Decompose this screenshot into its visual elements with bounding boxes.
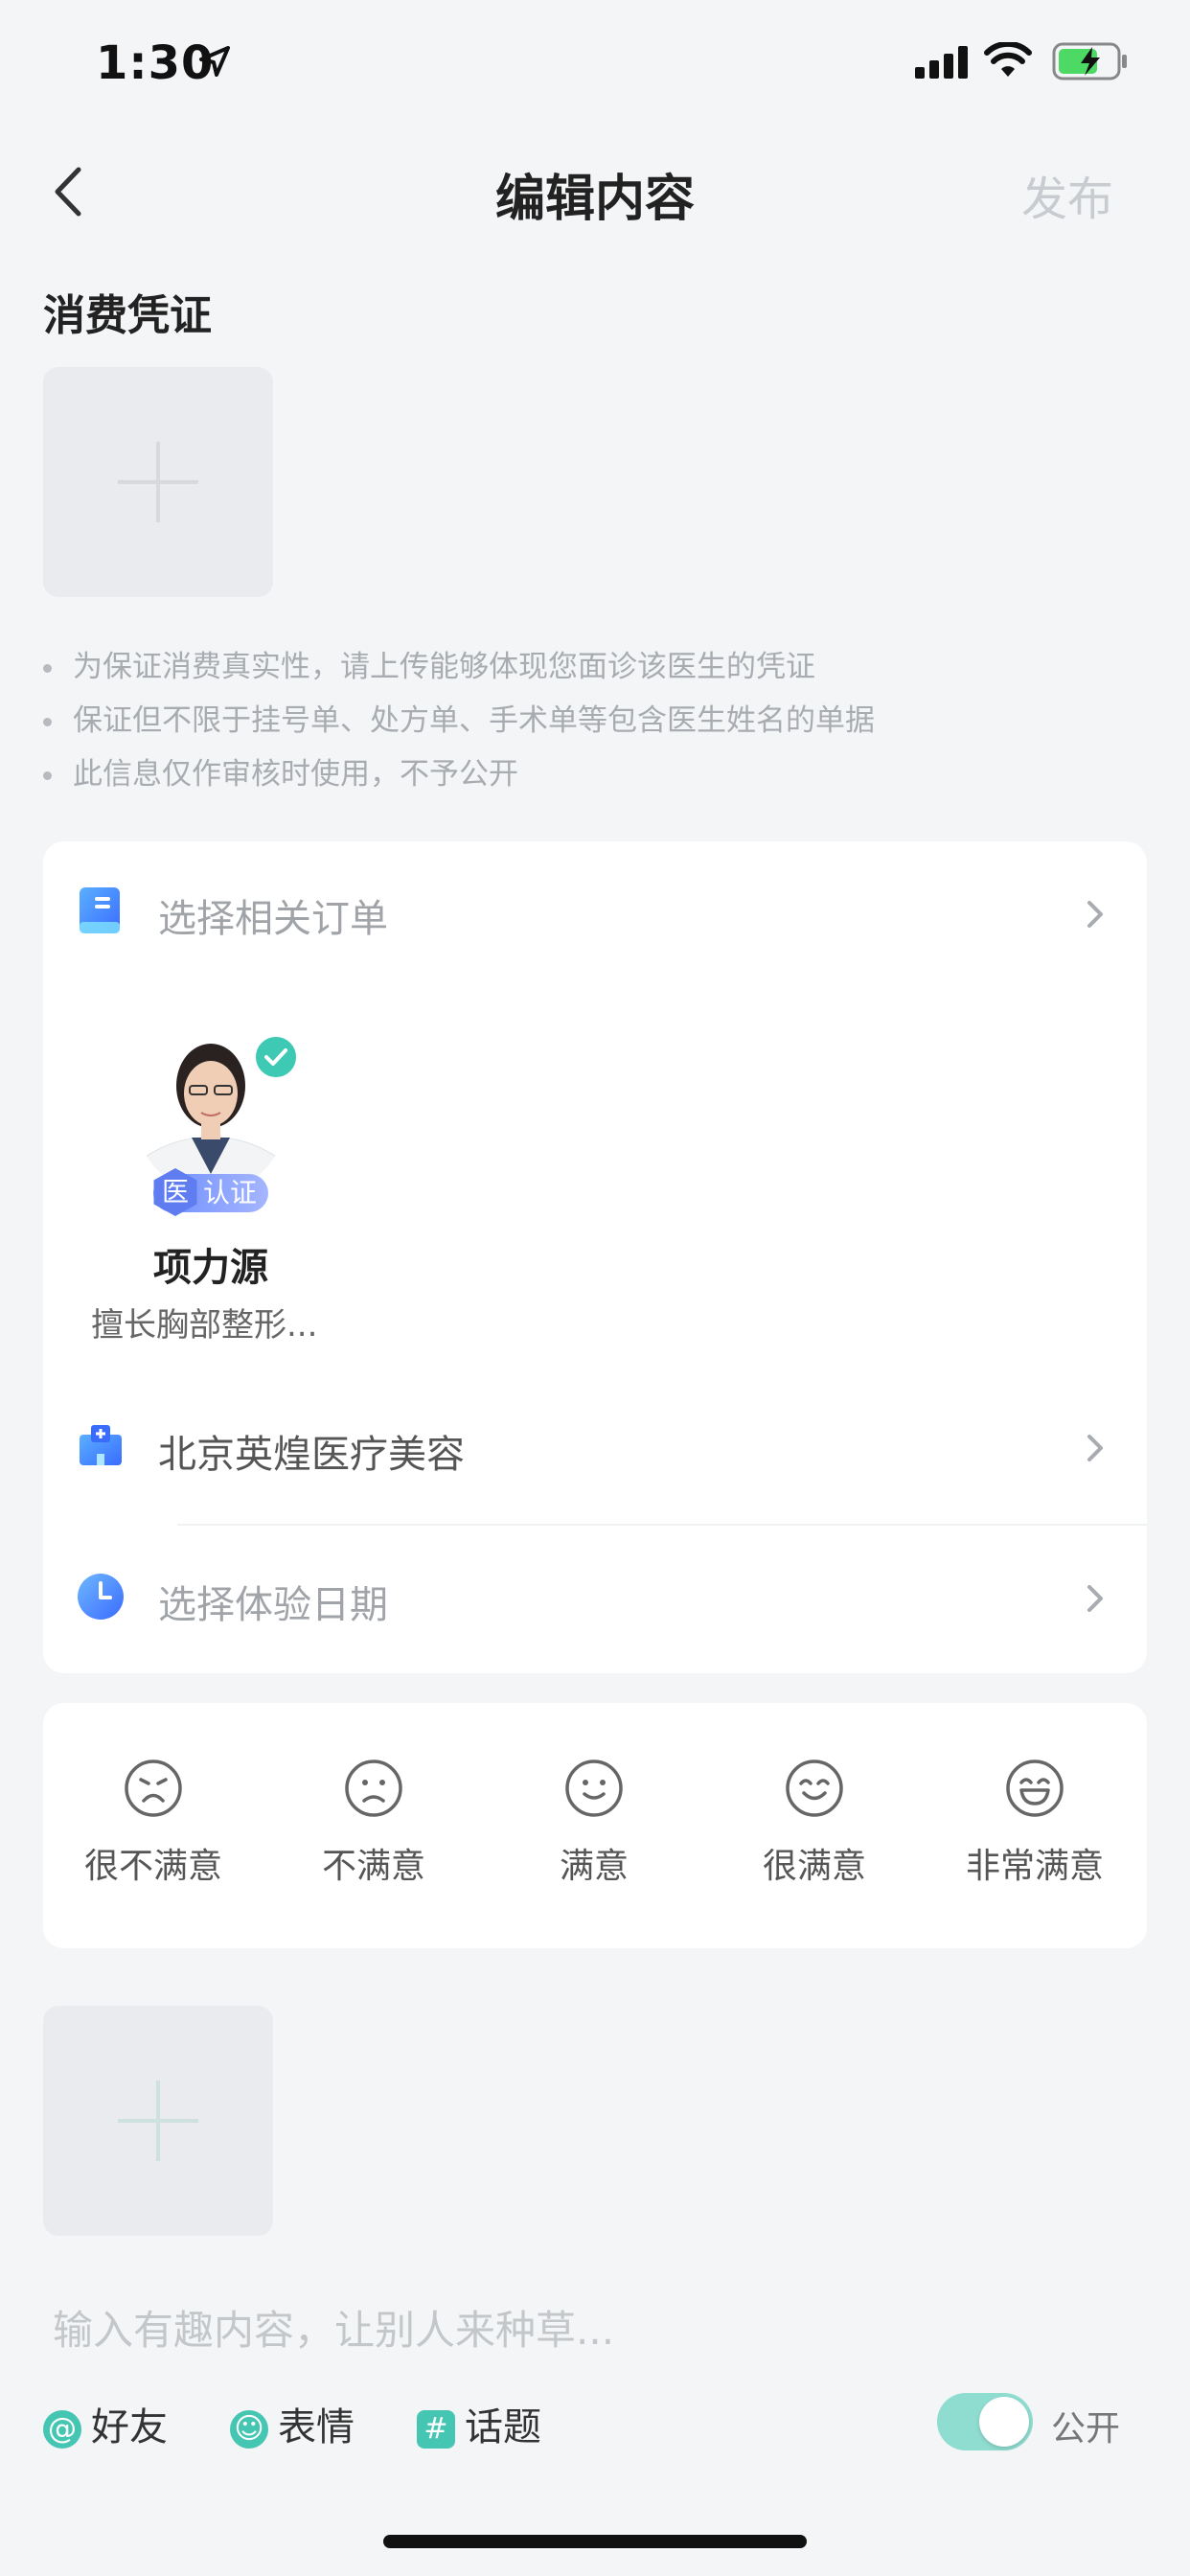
clock-icon — [78, 1574, 124, 1620]
select-date-label: 选择体验日期 — [158, 1583, 388, 1627]
battery-charging-icon — [1052, 42, 1127, 80]
content-photo-upload-button[interactable] — [43, 2006, 273, 2236]
rating-very-unsatisfied[interactable]: 很不满意 — [67, 1758, 240, 1888]
at-icon: @ — [43, 2410, 81, 2449]
signal-icon — [915, 46, 968, 79]
tip-item: 此信息仅作审核时使用，不予公开 — [43, 748, 875, 801]
location-arrow-icon — [199, 46, 230, 77]
doctor-certified-badge: 医 认证 — [153, 1168, 268, 1216]
chevron-right-icon — [1087, 901, 1103, 928]
sad-face-icon — [345, 1760, 402, 1817]
home-indicator — [383, 2535, 807, 2548]
topic-tag-icon: # — [417, 2410, 455, 2449]
happy-face-icon — [786, 1760, 843, 1817]
emoji-icon: ☺ — [230, 2410, 268, 2449]
page-title: 编辑内容 — [494, 171, 695, 228]
tip-item: 为保证消费真实性，请上传能够体现您面诊该医生的凭证 — [43, 640, 875, 694]
status-time: 1:30 — [96, 36, 215, 90]
plus-icon — [118, 2081, 198, 2161]
publish-button[interactable]: 发布 — [1021, 161, 1113, 228]
verified-check-icon — [252, 1033, 300, 1081]
order-book-icon — [80, 887, 120, 933]
public-label: 公开 — [1051, 2409, 1121, 2449]
voucher-tips: 为保证消费真实性，请上传能够体现您面诊该医生的凭证 保证但不限于挂号单、处方单、… — [43, 640, 875, 801]
voucher-upload-button[interactable] — [43, 367, 273, 597]
hospital-name: 北京英煌医疗美容 — [158, 1433, 465, 1477]
angry-face-icon — [125, 1760, 182, 1817]
rating-label: 不满意 — [321, 1847, 425, 1886]
rating-label: 满意 — [559, 1847, 629, 1886]
topic-button[interactable]: # 话题 — [417, 2396, 541, 2451]
rating-unsatisfied[interactable]: 不满意 — [287, 1758, 460, 1888]
grin-face-icon — [1006, 1760, 1064, 1817]
smile-face-icon — [565, 1760, 623, 1817]
hospital-row[interactable]: 北京英煌医疗美容 — [43, 1373, 1147, 1517]
content-input[interactable]: 输入有趣内容，让别人来种草... — [53, 2298, 614, 2357]
rating-label: 很满意 — [762, 1847, 866, 1886]
chevron-right-icon — [1087, 1585, 1103, 1612]
select-date-row[interactable]: 选择体验日期 — [43, 1526, 1147, 1669]
rating-satisfied[interactable]: 满意 — [508, 1758, 680, 1888]
rating-very-satisfied[interactable]: 很满意 — [728, 1758, 901, 1888]
rating-label: 很不满意 — [83, 1847, 222, 1886]
toggle-knob — [979, 2397, 1029, 2447]
public-toggle[interactable] — [937, 2393, 1033, 2450]
tip-item: 保证但不限于挂号单、处方单、手术单等包含医生姓名的单据 — [43, 694, 875, 748]
mention-friends-button[interactable]: @ 好友 — [43, 2396, 168, 2451]
plus-icon — [118, 442, 198, 522]
hospital-icon — [80, 1425, 122, 1465]
wifi-icon — [984, 42, 1032, 77]
emoji-button[interactable]: ☺ 表情 — [230, 2396, 355, 2451]
voucher-title: 消费凭证 — [43, 291, 212, 340]
chevron-right-icon — [1087, 1435, 1103, 1461]
select-order-label: 选择相关订单 — [158, 897, 388, 941]
rating-label: 非常满意 — [965, 1847, 1104, 1886]
rating-extremely-satisfied[interactable]: 非常满意 — [949, 1758, 1121, 1888]
doctor-name: 项力源 — [153, 1246, 268, 1290]
select-order-row[interactable]: 选择相关订单 — [43, 841, 1147, 985]
doctor-specialty: 擅长胸部整形... — [91, 1306, 318, 1345]
